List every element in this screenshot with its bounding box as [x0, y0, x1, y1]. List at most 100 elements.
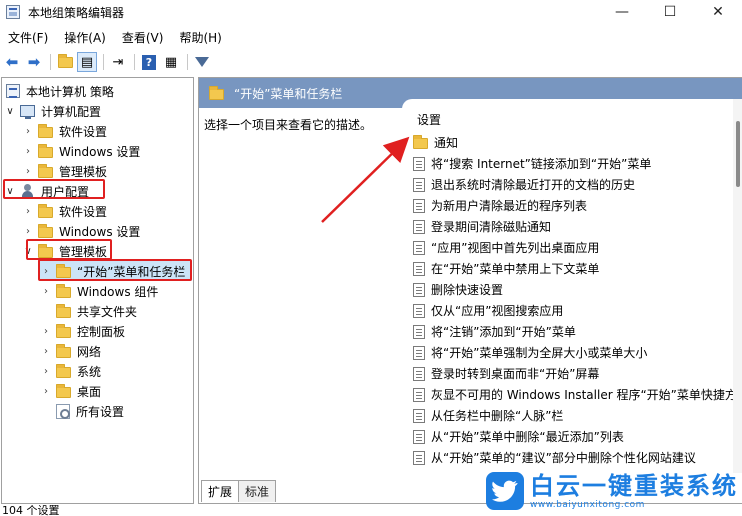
- window-title: 本地组策略编辑器: [28, 5, 125, 20]
- tree-label: 系统: [77, 364, 102, 379]
- export-list-icon[interactable]: ⇥: [108, 52, 128, 72]
- tab-standard[interactable]: 标准: [238, 480, 277, 502]
- tree-label: 软件设置: [59, 124, 108, 139]
- tree-item-desktop[interactable]: › 桌面: [40, 381, 101, 401]
- up-folder-icon[interactable]: [55, 52, 75, 72]
- tree-pane[interactable]: 本地计算机 策略 ∨ 计算机配置 › 软件设置 › Windows 设置 › 管…: [1, 77, 194, 504]
- tree-item-shared-folders[interactable]: 共享文件夹: [40, 301, 137, 321]
- tree-item-system[interactable]: › 系统: [40, 361, 101, 381]
- tree-label: 共享文件夹: [77, 304, 138, 319]
- list-item[interactable]: 将“开始”菜单强制为全屏大小或菜单大小: [413, 342, 647, 363]
- chevron-right-icon[interactable]: ›: [22, 146, 34, 157]
- folder-icon: [56, 283, 71, 298]
- folder-icon: [56, 323, 71, 338]
- tree-item-cc-windows[interactable]: › Windows 设置: [22, 141, 140, 161]
- list-item[interactable]: “应用”视图中首先列出桌面应用: [413, 237, 599, 258]
- chevron-right-icon[interactable]: ›: [22, 206, 34, 217]
- list-item[interactable]: 从“开始”菜单的“建议”部分中删除个性化网站建议: [413, 447, 696, 468]
- chevron-right-icon[interactable]: ›: [22, 226, 34, 237]
- watermark-text: 白云一键重装系统 www.baiyunxitong.com: [530, 472, 738, 510]
- list-item-label: 仅从“应用”视图搜索应用: [431, 304, 564, 318]
- tree-item-computer-config[interactable]: ∨ 计算机配置: [4, 101, 101, 121]
- minimize-button[interactable]: —: [598, 0, 646, 24]
- policy-setting-icon: [413, 324, 425, 339]
- list-item[interactable]: 为新用户清除最近的程序列表: [413, 195, 587, 216]
- filter-icon[interactable]: [192, 52, 212, 72]
- menu-view[interactable]: 查看(V): [114, 29, 172, 46]
- list-item[interactable]: 删除快速设置: [413, 279, 503, 300]
- policy-setting-icon: [413, 156, 425, 171]
- folder-icon: [38, 143, 53, 158]
- chevron-right-icon[interactable]: ›: [40, 286, 52, 297]
- view-tabs: 扩展 标准: [199, 480, 277, 502]
- list-item[interactable]: 从“开始”菜单中删除“最近添加”列表: [413, 426, 624, 447]
- properties-icon[interactable]: ▦: [161, 52, 181, 72]
- policy-setting-icon: [413, 240, 425, 255]
- list-item-label: 为新用户清除最近的程序列表: [431, 199, 588, 213]
- policy-setting-icon: [413, 261, 425, 276]
- folder-icon: [56, 383, 71, 398]
- policy-setting-icon: [413, 282, 425, 297]
- policy-setting-icon: [413, 345, 425, 360]
- tree-item-cc-admin[interactable]: › 管理模板: [22, 161, 107, 181]
- tree-item-local-policy[interactable]: 本地计算机 策略: [6, 81, 114, 101]
- tree-item-uc-windows[interactable]: › Windows 设置: [22, 221, 140, 241]
- menu-help[interactable]: 帮助(H): [171, 29, 229, 46]
- menu-bar: 文件(F) 操作(A) 查看(V) 帮助(H): [0, 27, 230, 47]
- settings-list[interactable]: 设置 通知 将“搜索 Internet”链接添加到“开始”菜单 退出系统时清除最…: [402, 99, 742, 473]
- list-item[interactable]: 灰显不可用的 Windows Installer 程序“开始”菜单快捷方: [413, 384, 737, 405]
- list-item-label: “应用”视图中首先列出桌面应用: [431, 241, 600, 255]
- chevron-right-icon[interactable]: ›: [40, 326, 52, 337]
- close-button[interactable]: ✕: [694, 0, 742, 24]
- list-item-label: 将“开始”菜单强制为全屏大小或菜单大小: [431, 346, 648, 360]
- tab-extended[interactable]: 扩展: [201, 480, 240, 502]
- bird-logo-icon: [486, 472, 524, 510]
- list-item[interactable]: 退出系统时清除最近打开的文档的历史: [413, 174, 635, 195]
- tree-item-network[interactable]: › 网络: [40, 341, 101, 361]
- list-item[interactable]: 在“开始”菜单中禁用上下文菜单: [413, 258, 599, 279]
- tree-label: Windows 组件: [77, 284, 159, 299]
- policy-setting-icon: [413, 303, 425, 318]
- highlight-admin-templates: [26, 239, 112, 260]
- list-item[interactable]: 登录时转到桌面而非“开始”屏幕: [413, 363, 599, 384]
- tree-item-cc-software[interactable]: › 软件设置: [22, 121, 107, 141]
- policy-setting-icon: [413, 387, 425, 402]
- list-item[interactable]: 登录期间清除磁贴通知: [413, 216, 551, 237]
- policy-setting-icon: [413, 198, 425, 213]
- menu-action[interactable]: 操作(A): [56, 29, 114, 46]
- list-item[interactable]: 从任务栏中删除“人脉”栏: [413, 405, 563, 426]
- chevron-right-icon[interactable]: ›: [40, 346, 52, 357]
- list-item-label: 将“注销”添加到“开始”菜单: [431, 325, 576, 339]
- list-item-label: 登录期间清除磁贴通知: [431, 220, 552, 234]
- list-item[interactable]: 将“搜索 Internet”链接添加到“开始”菜单: [413, 153, 651, 174]
- scrollbar-thumb[interactable]: [736, 121, 740, 187]
- help-icon[interactable]: ?: [139, 52, 159, 72]
- folder-icon: [413, 135, 428, 149]
- show-hide-tree-icon[interactable]: ▤: [77, 52, 97, 72]
- chevron-right-icon[interactable]: ›: [22, 166, 34, 177]
- tree-label: Windows 设置: [59, 224, 141, 239]
- tree-item-windows-components[interactable]: › Windows 组件: [40, 281, 158, 301]
- back-arrow-icon[interactable]: ⬅: [2, 52, 22, 72]
- list-item[interactable]: 将“注销”添加到“开始”菜单: [413, 321, 576, 342]
- menu-file[interactable]: 文件(F): [0, 29, 56, 46]
- policy-icon: [6, 84, 20, 98]
- tree-item-uc-software[interactable]: › 软件设置: [22, 201, 107, 221]
- chevron-right-icon[interactable]: ›: [40, 386, 52, 397]
- vertical-scrollbar[interactable]: [733, 99, 742, 473]
- watermark-url: www.baiyunxitong.com: [530, 500, 645, 510]
- list-item-label: 从“开始”菜单中删除“最近添加”列表: [431, 430, 624, 444]
- forward-arrow-icon[interactable]: ➡: [24, 52, 44, 72]
- tree-item-control-panel[interactable]: › 控制面板: [40, 321, 125, 341]
- chevron-down-icon[interactable]: ∨: [4, 106, 16, 117]
- list-item-label: 从“开始”菜单的“建议”部分中删除个性化网站建议: [431, 451, 696, 465]
- details-pane: “开始”菜单和任务栏 选择一个项目来查看它的描述。 设置 通知 将“搜索 Int…: [198, 77, 742, 504]
- maximize-button[interactable]: ☐: [646, 0, 694, 24]
- chevron-right-icon[interactable]: ›: [40, 366, 52, 377]
- toolbar-separator: [103, 54, 104, 70]
- tree-item-all-settings[interactable]: 所有设置: [40, 401, 124, 421]
- column-header-setting[interactable]: 设置: [417, 111, 441, 128]
- chevron-right-icon[interactable]: ›: [22, 126, 34, 137]
- list-item-folder[interactable]: 通知: [413, 132, 458, 153]
- list-item[interactable]: 仅从“应用”视图搜索应用: [413, 300, 563, 321]
